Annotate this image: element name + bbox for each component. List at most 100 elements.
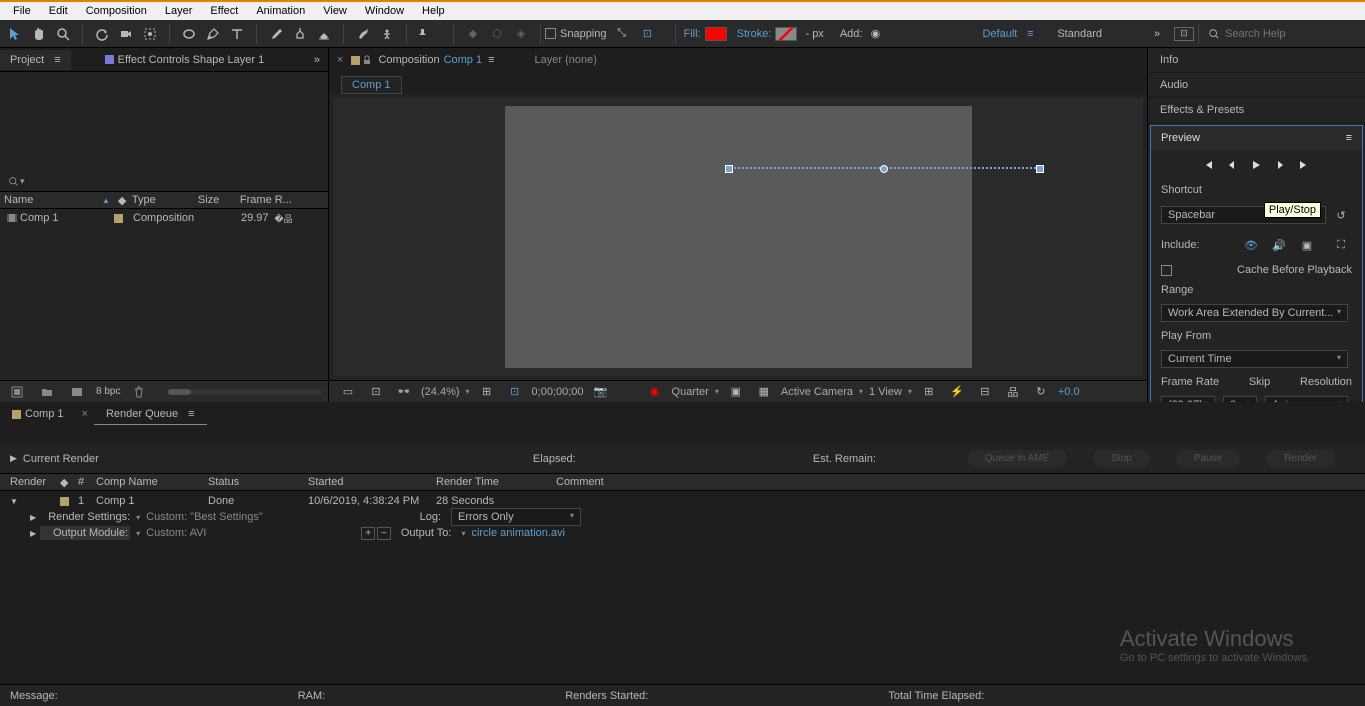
- menu-effect[interactable]: Effect: [201, 3, 247, 19]
- view-axis-icon[interactable]: ◈: [510, 23, 532, 45]
- shape-path[interactable]: [729, 167, 1040, 169]
- expand-icon[interactable]: ▶: [10, 453, 17, 464]
- shape-handle-right[interactable]: [1036, 165, 1044, 173]
- sync-icon[interactable]: ⊡: [1174, 27, 1194, 41]
- camera-dropdown[interactable]: Active Camera: [781, 386, 853, 398]
- output-module-value[interactable]: Custom: AVI: [146, 527, 206, 539]
- zoom-level[interactable]: (24.4%): [421, 386, 460, 398]
- add-output-icon[interactable]: +: [361, 527, 375, 540]
- last-frame-icon[interactable]: [1298, 158, 1312, 172]
- snapshot-icon[interactable]: 📷: [590, 381, 612, 403]
- eraser-tool-icon[interactable]: [313, 23, 335, 45]
- workspace-default[interactable]: Default: [982, 28, 1017, 40]
- overflow-icon[interactable]: »: [1146, 23, 1168, 45]
- audio-panel-tab[interactable]: Audio: [1148, 73, 1365, 98]
- timecode[interactable]: 0;00;00;00: [532, 386, 584, 398]
- pause-button[interactable]: Pause: [1176, 450, 1240, 467]
- output-filename[interactable]: circle animation.avi: [471, 527, 565, 539]
- outputto-dropdown-icon[interactable]: ▾: [461, 529, 465, 538]
- exposure[interactable]: +0.0: [1058, 386, 1080, 398]
- add-mode-icon[interactable]: ◉: [864, 23, 886, 45]
- hand-tool-icon[interactable]: [28, 23, 50, 45]
- menu-layer[interactable]: Layer: [156, 3, 202, 19]
- menu-animation[interactable]: Animation: [247, 3, 314, 19]
- menu-help[interactable]: Help: [413, 3, 454, 19]
- col-label[interactable]: ◆: [60, 476, 78, 489]
- shape-handle-mid[interactable]: [880, 165, 888, 173]
- trash-icon[interactable]: [128, 381, 150, 403]
- view-dropdown[interactable]: 1 View: [869, 386, 902, 398]
- effects-presets-tab[interactable]: Effects & Presets: [1148, 98, 1365, 123]
- camera-tool-icon[interactable]: [115, 23, 137, 45]
- timeline-tab-renderqueue[interactable]: Render Queue ≡: [94, 404, 207, 425]
- bpc-display[interactable]: 8 bpc: [96, 386, 120, 397]
- fill-label[interactable]: Fill:: [684, 28, 701, 40]
- project-search[interactable]: ▾: [0, 172, 328, 191]
- puppet-tool-icon[interactable]: [376, 23, 398, 45]
- quality-dropdown[interactable]: Quarter: [672, 386, 709, 398]
- stroke-label[interactable]: Stroke:: [737, 28, 772, 40]
- menu-file[interactable]: File: [4, 3, 40, 19]
- overflow-icon[interactable]: »: [306, 54, 328, 66]
- info-panel-tab[interactable]: Info: [1148, 48, 1365, 73]
- new-comp-icon[interactable]: [66, 381, 88, 403]
- reset-icon[interactable]: ↺: [1330, 204, 1352, 226]
- workspace-menu-icon[interactable]: ≡: [1019, 23, 1041, 45]
- magnify-icon[interactable]: ▭: [337, 381, 359, 403]
- fill-swatch[interactable]: [705, 27, 727, 41]
- clone-tool-icon[interactable]: [289, 23, 311, 45]
- collapse-icon[interactable]: ▼: [10, 497, 22, 506]
- world-axis-icon[interactable]: ⬡: [486, 23, 508, 45]
- snap-point-icon[interactable]: ⊡: [637, 23, 659, 45]
- resolution-icon[interactable]: ⊡: [365, 381, 387, 403]
- col-started[interactable]: Started: [308, 476, 436, 488]
- type-tool-icon[interactable]: [226, 23, 248, 45]
- expand-om-icon[interactable]: ▶: [30, 529, 36, 538]
- queue-ame-button[interactable]: Queue in AME: [967, 450, 1067, 467]
- remove-output-icon[interactable]: −: [377, 527, 391, 540]
- search-help-input[interactable]: [1225, 28, 1365, 40]
- zoom-tool-icon[interactable]: [52, 23, 74, 45]
- pixel-aspect-icon[interactable]: ⊞: [918, 381, 940, 403]
- snap-edge-icon[interactable]: ⤡: [611, 23, 633, 45]
- rectangle-tool-icon[interactable]: [178, 23, 200, 45]
- pin-tool-icon[interactable]: [411, 23, 433, 45]
- col-label-icon[interactable]: ◆: [114, 192, 128, 209]
- log-dropdown[interactable]: Errors Only▾: [451, 508, 581, 526]
- close-tab-icon[interactable]: ×: [329, 54, 351, 66]
- grid-icon[interactable]: ⊞: [476, 381, 498, 403]
- stroke-width[interactable]: - px: [805, 28, 823, 40]
- snapping-toggle[interactable]: Snapping ⤡ ⊡: [545, 23, 659, 45]
- close-tab-icon[interactable]: ×: [76, 408, 94, 420]
- col-type[interactable]: Type: [128, 192, 194, 208]
- region-icon[interactable]: ▣: [725, 381, 747, 403]
- rs-dropdown-icon[interactable]: ▾: [136, 513, 140, 522]
- stop-button[interactable]: Stop: [1093, 450, 1150, 467]
- effect-controls-tab[interactable]: Effect Controls Shape Layer 1: [95, 50, 275, 70]
- channel-icon[interactable]: ◉: [644, 381, 666, 403]
- col-compname[interactable]: Comp Name: [96, 476, 208, 488]
- lock-icon[interactable]: [360, 49, 374, 71]
- transparency-icon[interactable]: ▦: [753, 381, 775, 403]
- play-icon[interactable]: [1250, 158, 1264, 172]
- expand-rs-icon[interactable]: ▶: [30, 513, 36, 522]
- brush-tool-icon[interactable]: [265, 23, 287, 45]
- roto-tool-icon[interactable]: [352, 23, 374, 45]
- render-item-row[interactable]: ▼ 1 Comp 1 Done 10/6/2019, 4:38:24 PM 28…: [10, 493, 1355, 509]
- first-frame-icon[interactable]: [1202, 158, 1216, 172]
- canvas[interactable]: [505, 106, 972, 368]
- col-comment[interactable]: Comment: [556, 476, 604, 488]
- timeline-tab-comp1[interactable]: Comp 1: [0, 404, 76, 424]
- project-tab[interactable]: Project ≡: [0, 50, 71, 70]
- local-axis-icon[interactable]: ◆: [462, 23, 484, 45]
- col-num[interactable]: #: [78, 476, 96, 488]
- include-overlays-icon[interactable]: ▣: [1296, 234, 1318, 256]
- composition-name[interactable]: Comp 1: [444, 54, 483, 66]
- flowchart-icon[interactable]: �品: [273, 207, 295, 229]
- render-button[interactable]: Render: [1266, 450, 1335, 467]
- next-frame-icon[interactable]: [1274, 158, 1288, 172]
- shape-handle-left[interactable]: [725, 165, 733, 173]
- panel-menu-icon[interactable]: ≡: [1346, 132, 1352, 144]
- timeline-icon[interactable]: ⊟: [974, 381, 996, 403]
- fast-preview-icon[interactable]: ⚡: [946, 381, 968, 403]
